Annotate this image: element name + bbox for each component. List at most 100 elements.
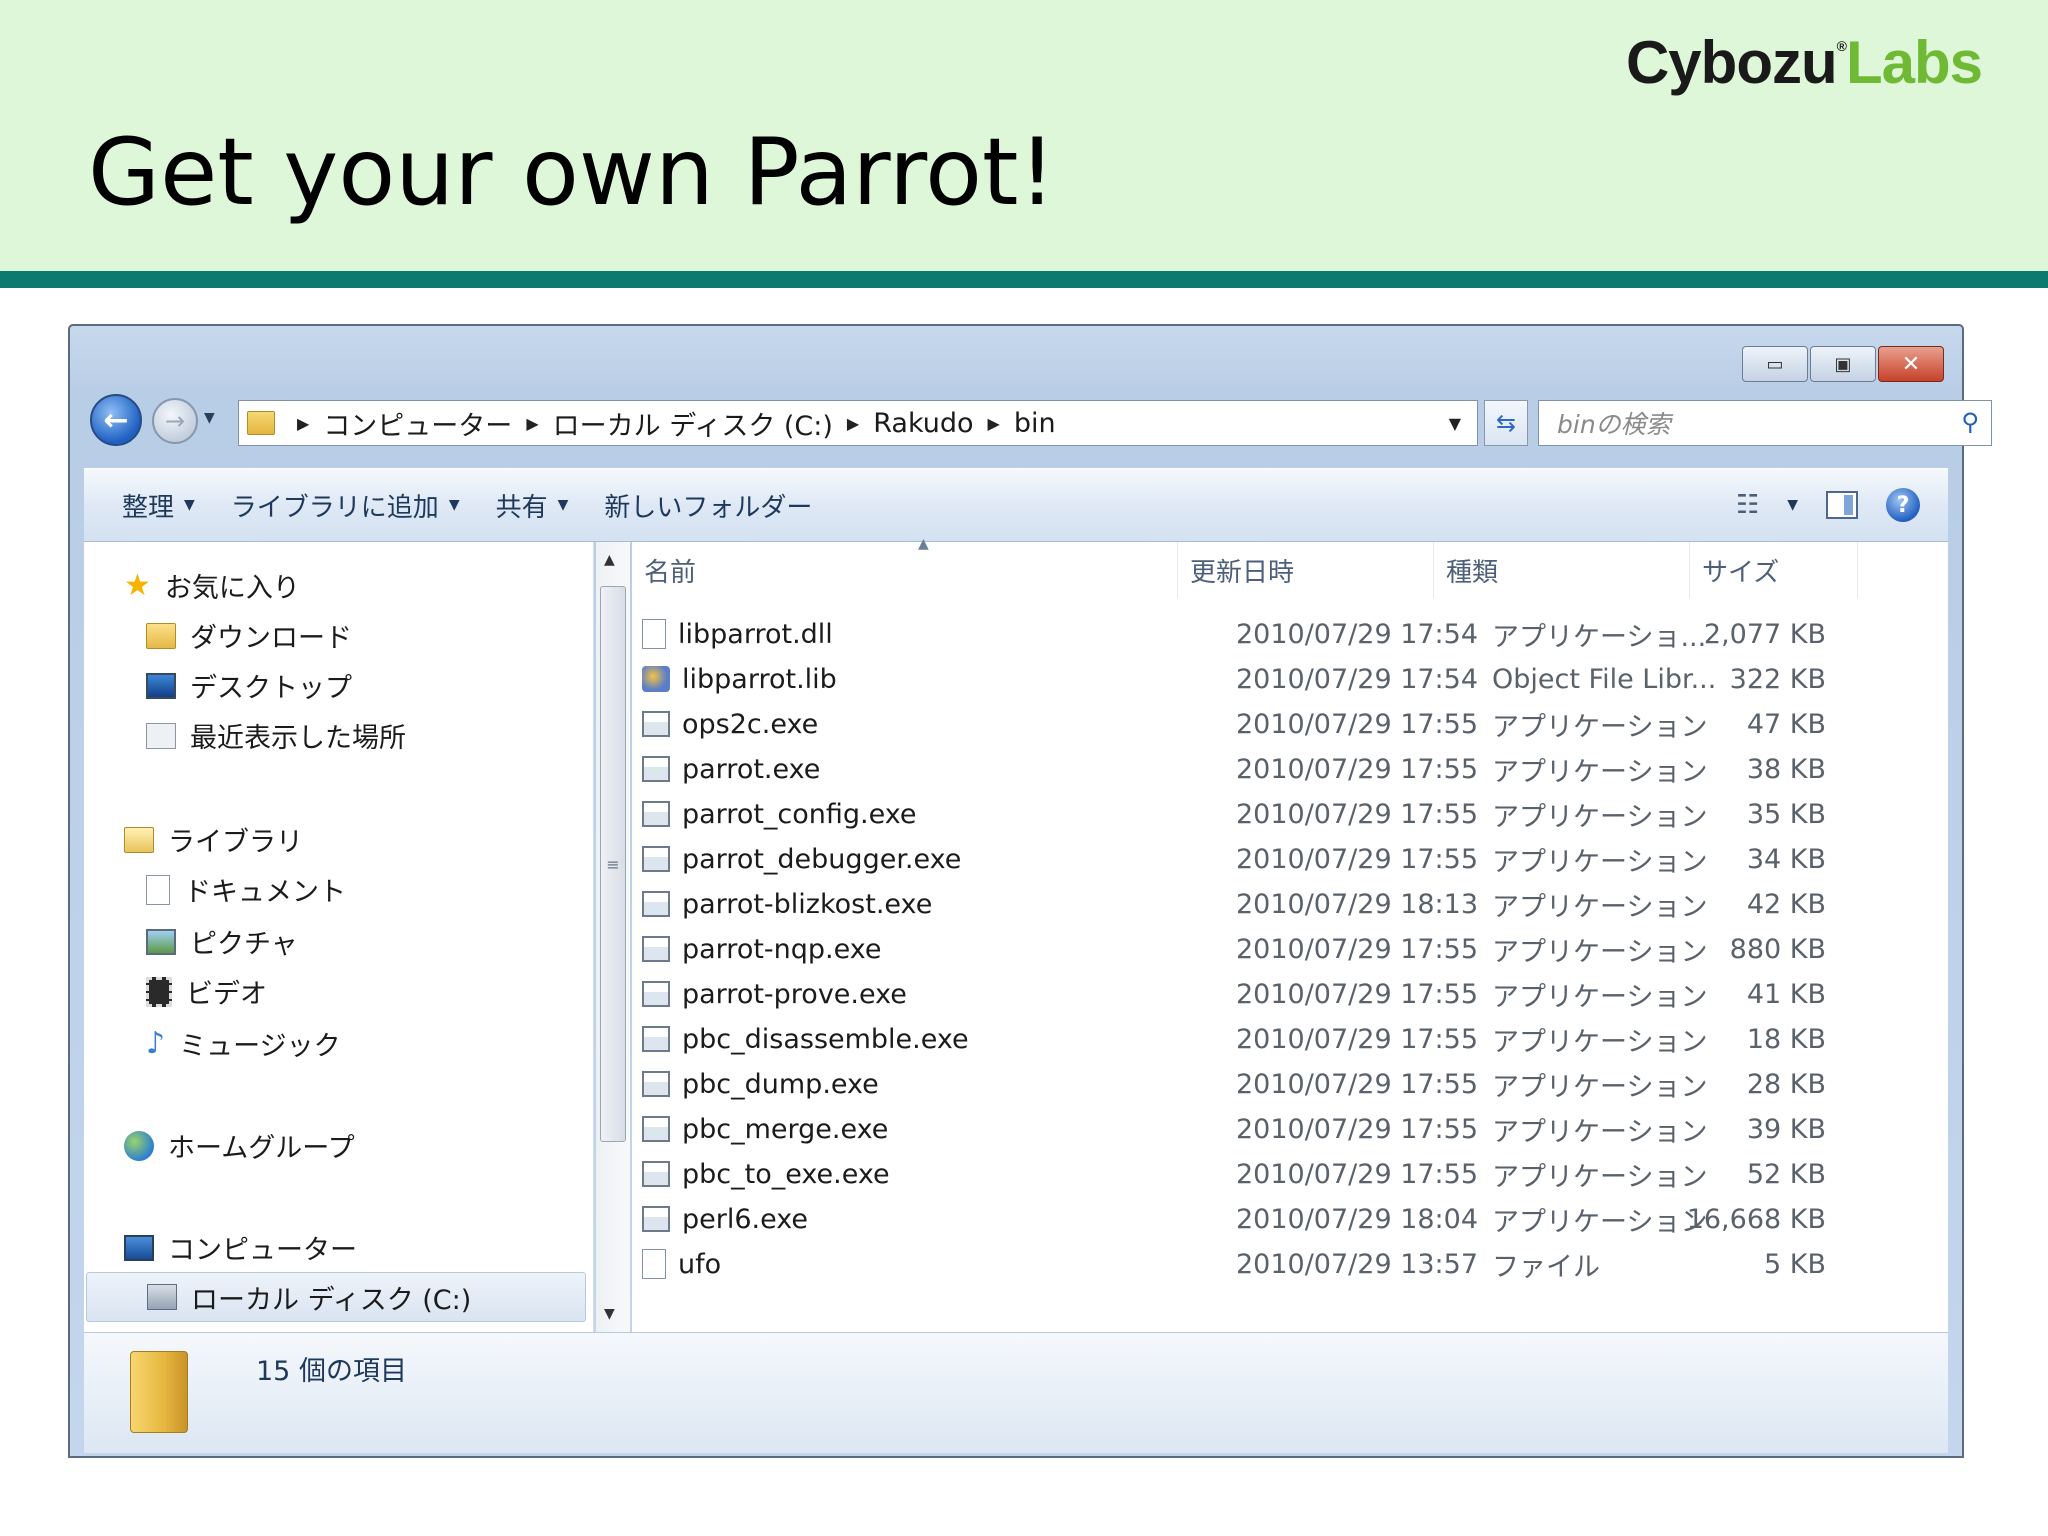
nav-local-disk[interactable]: ローカル ディスク (C:) <box>86 1272 586 1322</box>
refresh-button[interactable]: ⇆ <box>1484 400 1528 446</box>
nav-documents[interactable]: ドキュメント <box>146 870 346 909</box>
file-row[interactable]: parrot-blizkost.exe 2010/07/29 18:13 アプリケー… <box>632 882 1948 926</box>
file-date: 2010/07/29 17:55 <box>1236 1158 1479 1190</box>
forward-button[interactable]: → <box>152 398 198 444</box>
lib-file-icon <box>642 666 670 692</box>
file-row[interactable]: ufo 2010/07/29 13:57 ファイル 5 KB <box>632 1242 1948 1286</box>
column-header-type[interactable]: 種類 <box>1434 542 1690 598</box>
exe-file-icon <box>642 936 670 962</box>
file-size: 18 KB <box>1746 1023 1826 1055</box>
nav-label: ピクチャ <box>190 929 298 960</box>
file-name-cell[interactable]: libparrot.lib <box>642 657 837 701</box>
nav-favorites[interactable]: ★ お気に入り <box>124 566 300 605</box>
recent-pages-dropdown[interactable]: ▼ <box>204 410 215 426</box>
file-name-cell[interactable]: parrot-blizkost.exe <box>642 882 932 926</box>
nav-desktop[interactable]: デスクトップ <box>146 666 352 705</box>
back-button[interactable]: ← <box>90 394 142 446</box>
nav-videos[interactable]: ビデオ <box>146 972 267 1011</box>
maximize-button[interactable]: ▣ <box>1810 346 1876 382</box>
file-row[interactable]: parrot.exe 2010/07/29 17:55 アプリケーション 38 KB <box>632 747 1948 791</box>
file-name-cell[interactable]: parrot_debugger.exe <box>642 837 961 881</box>
file-row[interactable]: pbc_to_exe.exe 2010/07/29 17:55 アプリケーション 52… <box>632 1152 1948 1196</box>
chevron-right-icon[interactable]: ▶ <box>988 414 1000 433</box>
search-icon[interactable]: ⚲ <box>1961 408 1979 436</box>
new-folder-button[interactable]: 新しいフォルダー <box>604 487 812 524</box>
nav-recent-places[interactable]: 最近表示した場所 <box>146 716 406 755</box>
file-name-cell[interactable]: parrot.exe <box>642 747 820 791</box>
file-name-cell[interactable]: pbc_disassemble.exe <box>642 1017 969 1061</box>
file-name: parrot-prove.exe <box>682 978 907 1010</box>
file-name-cell[interactable]: parrot-prove.exe <box>642 972 907 1016</box>
explorer-window: ▭ ▣ ✕ ← → ▼ ▶ コンピューター ▶ ローカル ディスク (C:) ▶… <box>68 324 1992 1458</box>
nav-downloads[interactable]: ダウンロード <box>146 616 352 655</box>
nav-scrollbar[interactable]: ▲ ≡ ▼ <box>596 542 630 1332</box>
nav-music[interactable]: ♪ ミュージック <box>146 1024 341 1063</box>
nav-pictures[interactable]: ピクチャ <box>146 922 298 961</box>
help-icon[interactable]: ? <box>1886 488 1920 522</box>
exe-file-icon <box>642 1116 670 1142</box>
column-header-name[interactable]: 名前 <box>632 542 1178 598</box>
desktop-icon <box>146 672 176 699</box>
file-row[interactable]: parrot-nqp.exe 2010/07/29 17:55 アプリケーション 88… <box>632 927 1948 971</box>
organize-menu[interactable]: 整理 ▼ <box>122 487 195 524</box>
file-row[interactable]: pbc_merge.exe 2010/07/29 17:55 アプリケーション 39 … <box>632 1107 1948 1151</box>
file-name-cell[interactable]: perl6.exe <box>642 1197 808 1241</box>
column-header-date[interactable]: 更新日時 <box>1178 542 1434 598</box>
minimize-button[interactable]: ▭ <box>1742 346 1808 382</box>
nav-computer[interactable]: コンピューター <box>124 1228 357 1267</box>
nav-libraries[interactable]: ライブラリ <box>124 820 303 859</box>
view-options-icon[interactable]: ☷ <box>1736 490 1759 520</box>
close-button[interactable]: ✕ <box>1878 346 1944 382</box>
breadcrumb-bin[interactable]: bin <box>1014 408 1056 439</box>
scroll-down-icon[interactable]: ▼ <box>604 1306 615 1322</box>
file-row[interactable]: parrot_debugger.exe 2010/07/29 17:55 アプリケー… <box>632 837 1948 881</box>
file-type: アプリケーション <box>1492 801 1708 833</box>
chevron-right-icon[interactable]: ▶ <box>847 414 859 433</box>
file-row[interactable]: parrot_config.exe 2010/07/29 17:55 アプリケーショ… <box>632 792 1948 836</box>
item-count: 15 個の項目 <box>256 1356 407 1387</box>
exe-file-icon <box>642 1026 670 1052</box>
file-row[interactable]: ops2c.exe 2010/07/29 17:55 アプリケーション 47 KB <box>632 702 1948 746</box>
scroll-up-icon[interactable]: ▲ <box>604 552 615 568</box>
file-date: 2010/07/29 17:55 <box>1236 1023 1479 1055</box>
file-row[interactable]: libparrot.lib 2010/07/29 17:54 Object File… <box>632 657 1948 701</box>
file-name-cell[interactable]: libparrot.dll <box>642 612 833 656</box>
column-header-size[interactable]: サイズ <box>1690 542 1858 598</box>
file-name-cell[interactable]: pbc_merge.exe <box>642 1107 888 1151</box>
share-menu[interactable]: 共有 ▼ <box>496 487 569 524</box>
breadcrumb-computer[interactable]: コンピューター <box>323 404 512 443</box>
chevron-right-icon[interactable]: ▶ <box>526 414 538 433</box>
file-name-cell[interactable]: pbc_dump.exe <box>642 1062 879 1106</box>
file-type: アプリケーション <box>1492 1161 1708 1193</box>
video-icon <box>146 976 172 1007</box>
add-to-library-menu[interactable]: ライブラリに追加 ▼ <box>231 487 460 524</box>
view-dropdown-icon[interactable]: ▼ <box>1787 497 1798 513</box>
file-row[interactable]: pbc_disassemble.exe 2010/07/29 17:55 アプリケー… <box>632 1017 1948 1061</box>
file-row[interactable]: libparrot.dll 2010/07/29 17:54 アプリケーショ... 2… <box>632 612 1948 656</box>
dll-file-icon <box>642 619 666 649</box>
search-input[interactable]: binの検索 <box>1557 405 1671 441</box>
file-name: libparrot.dll <box>678 618 833 650</box>
preview-pane-icon[interactable] <box>1826 491 1858 519</box>
file-name-cell[interactable]: ufo <box>642 1242 721 1286</box>
exe-file-icon <box>642 891 670 917</box>
file-row[interactable]: pbc_dump.exe 2010/07/29 17:55 アプリケーション 28 K… <box>632 1062 1948 1106</box>
cybozu-labs-logo: Cybozu®Labs <box>1625 29 1983 96</box>
breadcrumb-rakudo[interactable]: Rakudo <box>873 408 973 439</box>
nav-homegroup[interactable]: ホームグループ <box>124 1126 355 1165</box>
file-row[interactable]: perl6.exe 2010/07/29 18:04 アプリケーション 16,668 … <box>632 1197 1948 1241</box>
navigation-pane: ★ お気に入り ダウンロード デスクトップ 最近表示した場所 ライブラリ ドキュ… <box>84 542 594 1332</box>
chevron-right-icon[interactable]: ▶ <box>297 414 309 433</box>
new-folder-label: 新しいフォルダー <box>604 492 813 523</box>
file-row[interactable]: parrot-prove.exe 2010/07/29 17:55 アプリケーション… <box>632 972 1948 1016</box>
file-name-cell[interactable]: parrot_config.exe <box>642 792 917 836</box>
search-box[interactable]: binの検索 ⚲ <box>1538 400 1992 446</box>
address-dropdown-icon[interactable]: ▼ <box>1449 414 1461 433</box>
scrollbar-thumb[interactable]: ≡ <box>600 586 626 1142</box>
file-name-cell[interactable]: ops2c.exe <box>642 702 818 746</box>
address-bar[interactable]: ▶ コンピューター ▶ ローカル ディスク (C:) ▶ Rakudo ▶ bi… <box>238 400 1478 446</box>
breadcrumb-local-disk[interactable]: ローカル ディスク (C:) <box>553 404 833 443</box>
file-name-cell[interactable]: parrot-nqp.exe <box>642 927 882 971</box>
downloads-folder-icon <box>146 622 176 649</box>
file-name-cell[interactable]: pbc_to_exe.exe <box>642 1152 890 1196</box>
